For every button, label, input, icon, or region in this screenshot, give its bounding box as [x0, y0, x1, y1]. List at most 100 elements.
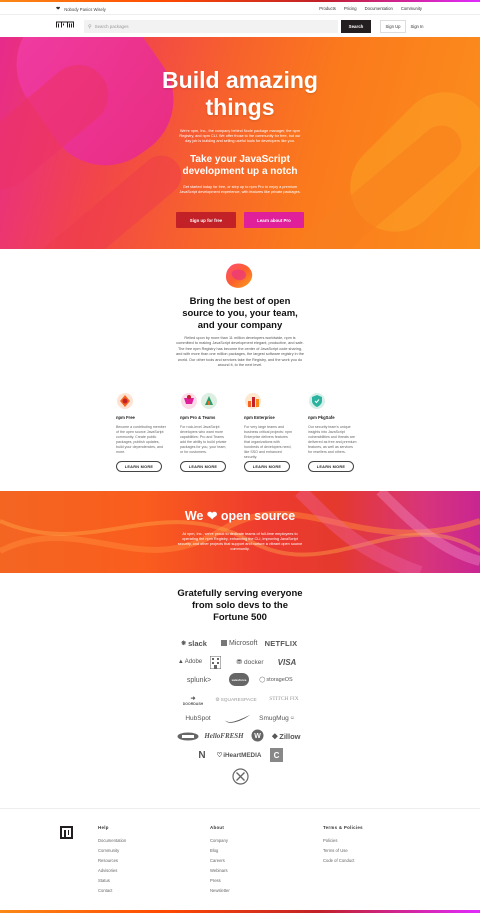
learn-more-button[interactable]: LEARN MORE	[116, 461, 162, 472]
search-input[interactable]: ⚲ Search packages	[84, 20, 338, 33]
slack-logo: ❋ slack	[181, 638, 207, 648]
footer-link[interactable]: Code of Conduct	[323, 856, 363, 866]
link-community[interactable]: Community	[401, 6, 422, 11]
learn-more-button[interactable]: LEARN MORE	[244, 461, 290, 472]
building-logo-icon	[209, 655, 221, 669]
heart-icon: ❤	[56, 6, 61, 12]
docker-logo: ⛃ docker	[236, 658, 264, 667]
footer-link[interactable]: Blog	[210, 846, 230, 856]
svg-text:W: W	[254, 733, 261, 740]
product-title: npm Enterprise	[244, 415, 275, 420]
product-desc: For very large teams and business critic…	[244, 425, 292, 459]
learn-more-button[interactable]: LEARN MORE	[180, 461, 226, 472]
nike-logo-icon	[224, 712, 252, 724]
footer-link[interactable]: Company	[210, 836, 230, 846]
zillow-logo: ❖ Zillow	[271, 731, 301, 741]
c-logo-icon: C	[270, 748, 283, 762]
heart-icon: ❤	[206, 509, 218, 523]
footer-link[interactable]: Careers	[210, 856, 230, 866]
shield-icon	[308, 392, 358, 410]
oval-logo-icon	[176, 730, 200, 742]
footer-heading: Terms & Policies	[323, 825, 363, 830]
footer-link[interactable]: Newsletter	[210, 886, 230, 896]
open-source-banner: We ❤ open source At npm, Inc., we're pro…	[0, 491, 480, 573]
open-source-title: Bring the best of open source to you, you…	[182, 296, 298, 331]
search-button[interactable]: Search	[341, 20, 371, 33]
footer-link[interactable]: Webinars	[210, 866, 230, 876]
iheartmedia-logo: ♡ iHeartMEDIA	[216, 751, 262, 759]
footer-link[interactable]: Policies	[323, 836, 363, 846]
product-card-pro: npm Pro & Teams For rock-level JavaScrip…	[180, 392, 230, 472]
npm-logo-icon	[56, 21, 74, 29]
enterprise-icon	[244, 392, 294, 410]
smugmug-logo: SmugMug ☺	[259, 714, 295, 722]
hellofresh-logo: HelloFRESH	[204, 732, 244, 740]
footer: Help Documentation Community Resources A…	[0, 808, 480, 910]
product-desc: Become a contributing member of the open…	[116, 425, 166, 454]
footer-link[interactable]: Documentation	[98, 836, 126, 846]
banner-text: At npm, Inc., we're proud to dedicate te…	[177, 532, 303, 551]
footer-help: Help Documentation Community Resources A…	[98, 825, 126, 896]
signup-free-button[interactable]: Sign up for free	[176, 212, 236, 228]
link-documentation[interactable]: Documentation	[365, 6, 393, 11]
netflix-logo: NETFLIX	[264, 638, 298, 648]
product-title: npm Pro & Teams	[180, 415, 216, 420]
utility-bar: ❤ Nobody Panics Wisely Products Pricing …	[0, 2, 480, 15]
free-icon	[116, 392, 166, 410]
footer-logo-icon	[60, 826, 73, 839]
footer-link[interactable]: Advisories	[98, 866, 126, 876]
footer-link[interactable]: Status	[98, 876, 126, 886]
doordash-logo: ➜ DOORDASH	[182, 695, 204, 706]
badge-logo-icon: W	[250, 728, 264, 743]
learn-more-button[interactable]: LEARN MORE	[308, 461, 354, 472]
footer-about: About Company Blog Careers Webinars Pres…	[210, 825, 230, 896]
link-pricing[interactable]: Pricing	[344, 6, 357, 11]
open-source-body: Relied upon by more than 11 million deve…	[176, 336, 304, 368]
adobe-logo: ▲ Adobe	[177, 659, 203, 665]
product-card-enterprise: npm Enterprise For very large teams and …	[244, 392, 294, 472]
squarespace-logo: ⚙ SQUARESPACE	[215, 697, 257, 703]
footer-link[interactable]: Resources	[98, 856, 126, 866]
learn-pro-button[interactable]: Learn about Pro	[244, 212, 304, 228]
product-desc: Our security team's unique insights into…	[308, 425, 357, 454]
npm-logo[interactable]	[56, 21, 74, 30]
hero-section: Build amazing things We're npm, Inc., the…	[0, 37, 480, 249]
product-desc: For rock-level JavaScript developers who…	[180, 425, 227, 454]
hubspot-logo: HubSpot	[185, 714, 211, 722]
splunk-logo: splunk>	[186, 676, 212, 684]
product-title: npm Free	[116, 415, 135, 420]
crossed-logo-icon	[231, 767, 249, 785]
hero-sub-intro: Get started today for free, or step up t…	[179, 185, 301, 195]
product-title: npm PkgSafe	[308, 415, 335, 420]
product-card-pkgsafe: npm PkgSafe Our security team's unique i…	[308, 392, 358, 472]
utility-links: Products Pricing Documentation Community	[319, 6, 422, 11]
footer-heading: About	[210, 825, 225, 830]
link-products[interactable]: Products	[319, 6, 336, 11]
signin-link[interactable]: Sign In	[410, 20, 424, 33]
open-source-section: Bring the best of open source to you, you…	[0, 249, 480, 492]
footer-link[interactable]: Community	[98, 846, 126, 856]
banner-title: We ❤ open source	[184, 509, 296, 523]
footer-terms: Terms & Policies Policies Terms of Use C…	[323, 825, 363, 866]
customers-title: Gratefully serving everyone from solo dev…	[177, 588, 303, 623]
salesforce-logo: salesforce	[229, 673, 249, 686]
microsoft-logo: Microsoft	[218, 637, 260, 649]
visa-logo: VISA	[277, 657, 297, 667]
hero-intro: We're npm, Inc., the company behind Node…	[179, 129, 301, 144]
footer-link[interactable]: Press	[210, 876, 230, 886]
tagline: ❤ Nobody Panics Wisely	[56, 6, 106, 12]
stitchfix-logo: STITCH FIX	[269, 696, 299, 702]
blob-illustration	[226, 263, 253, 288]
product-card-free: npm Free Become a contributing member of…	[116, 392, 166, 472]
search-icon: ⚲	[88, 23, 92, 30]
pro-teams-icon	[180, 392, 230, 410]
customers-section: Gratefully serving everyone from solo dev…	[0, 573, 480, 808]
hero-subtitle: Take your JavaScript development up a not…	[182, 154, 298, 177]
n-logo-icon: N	[198, 750, 206, 761]
footer-heading: Help	[98, 825, 109, 830]
footer-link[interactable]: Contact	[98, 886, 126, 896]
search-placeholder: Search packages	[94, 24, 129, 29]
footer-link[interactable]: Terms of Use	[323, 846, 363, 856]
hero-title: Build amazing things	[162, 67, 318, 120]
signup-button[interactable]: Sign Up	[380, 20, 406, 33]
